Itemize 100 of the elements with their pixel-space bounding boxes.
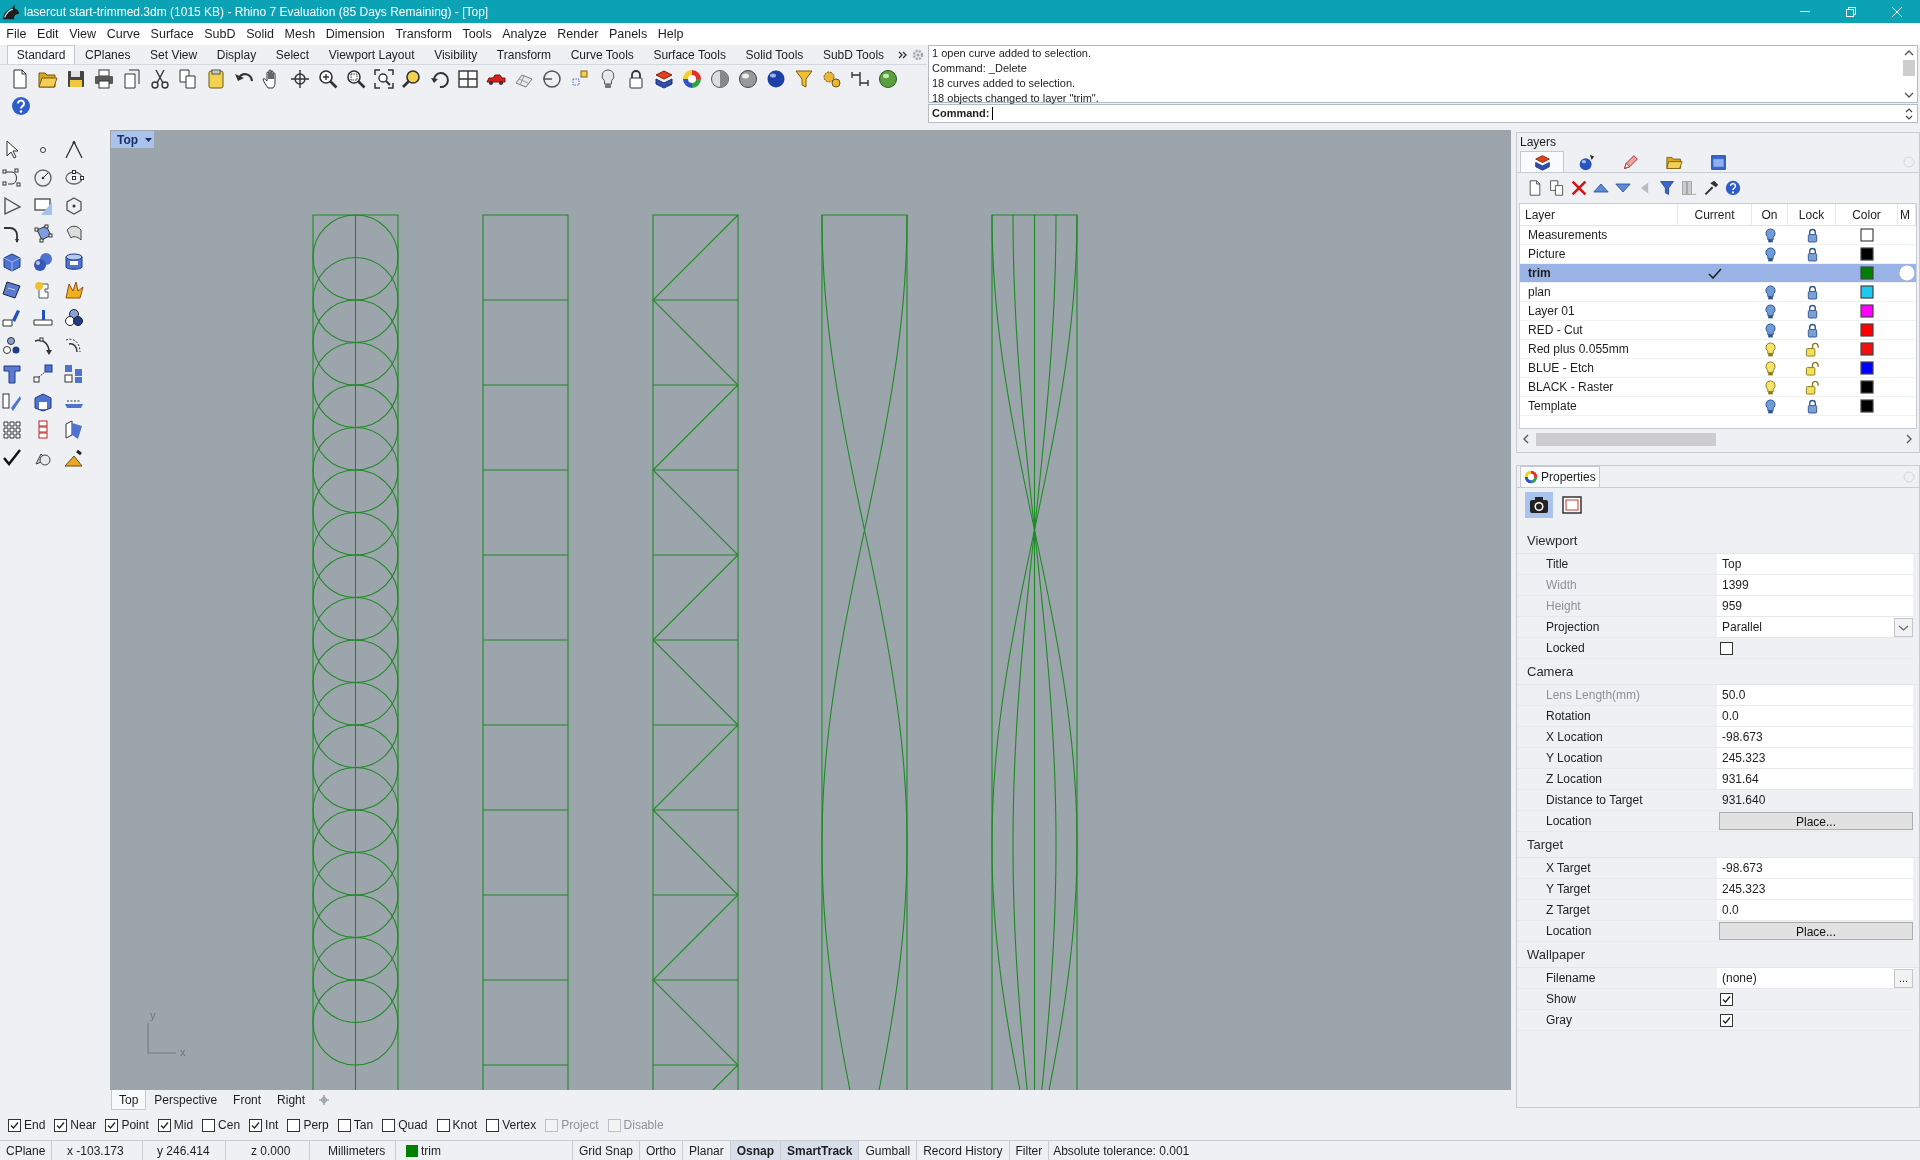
menu-item[interactable]: Transform <box>390 23 458 45</box>
dropdown[interactable]: Parallel <box>1717 617 1913 638</box>
osnap-label[interactable]: Perp <box>303 1116 329 1134</box>
layer-row[interactable]: BLACK - Raster <box>1520 378 1916 397</box>
circles-cluster-icon[interactable] <box>2 336 22 356</box>
column-header[interactable]: Color <box>1836 204 1898 225</box>
units-label[interactable]: Millimeters <box>328 1141 386 1160</box>
viewport-tab[interactable]: Perspective <box>146 1090 226 1110</box>
color-wheel-icon[interactable] <box>682 69 702 89</box>
padlock-icon[interactable] <box>1805 322 1819 338</box>
magnifier-icon[interactable] <box>402 69 422 89</box>
pyramid-icon[interactable] <box>64 448 84 468</box>
zoom-window-icon[interactable] <box>346 69 366 89</box>
menu-item[interactable]: Panels <box>603 23 653 45</box>
four-viewports-icon[interactable] <box>458 69 478 89</box>
osnap-label[interactable]: Quad <box>398 1116 428 1134</box>
light-bulb-icon[interactable] <box>1764 360 1776 376</box>
rectangle-icon[interactable] <box>33 196 53 216</box>
toolbar-tab[interactable]: Surface Tools <box>643 45 736 64</box>
help-icon[interactable] <box>11 96 31 116</box>
close-icon[interactable] <box>1892 6 1902 17</box>
layer-name[interactable]: trim <box>421 1141 441 1160</box>
osnap-label[interactable]: Vertex <box>502 1116 537 1134</box>
checkbox[interactable] <box>1720 641 1733 655</box>
ellipse-icon[interactable] <box>64 168 84 188</box>
checkmark-icon[interactable] <box>1708 267 1722 279</box>
text-field[interactable]: 931.64 <box>1717 769 1913 790</box>
column-header[interactable]: Lock <box>1788 204 1836 225</box>
circular-arrow-icon[interactable] <box>430 69 450 89</box>
bar-on-slab-icon[interactable] <box>33 308 53 328</box>
padlock-icon[interactable] <box>626 69 646 89</box>
surface-points-icon[interactable] <box>33 224 53 244</box>
text-field[interactable]: 245.323 <box>1717 748 1913 769</box>
linked-squares-icon[interactable] <box>33 364 53 384</box>
polyline-icon[interactable] <box>64 140 84 160</box>
padlock-icon[interactable] <box>1805 284 1819 300</box>
menu-item[interactable]: Help <box>652 23 689 45</box>
checkbox[interactable] <box>249 1118 263 1132</box>
layer-row[interactable]: Template <box>1520 397 1916 416</box>
checkbox[interactable] <box>8 1118 21 1132</box>
osnap-label[interactable]: Knot <box>452 1116 478 1134</box>
chevrons-icon[interactable] <box>897 50 907 59</box>
status-toggle[interactable]: Record History <box>917 1141 1010 1160</box>
clipboard-icon[interactable] <box>206 69 226 89</box>
checkbox[interactable] <box>1720 1013 1733 1027</box>
hollow-box-icon[interactable] <box>33 392 53 412</box>
shaded-sphere-icon[interactable] <box>710 69 730 89</box>
gears-icon[interactable] <box>822 69 842 89</box>
toolbar-tab[interactable]: SubD Tools <box>813 45 894 64</box>
osnap-label[interactable]: Cen <box>218 1116 241 1134</box>
column-header[interactable]: Current <box>1678 204 1752 225</box>
checkbox[interactable] <box>436 1118 450 1132</box>
light-bulb-icon[interactable] <box>1764 398 1776 414</box>
scrollbar-thumb[interactable] <box>1536 432 1716 446</box>
mirror-block-icon[interactable] <box>2 392 22 412</box>
scissors-icon[interactable] <box>150 69 170 89</box>
color-swatch-icon[interactable] <box>1860 266 1874 280</box>
color-swatch-icon[interactable] <box>1860 399 1874 413</box>
new-page-icon[interactable] <box>1527 180 1543 196</box>
command-line-field[interactable]: Command: <box>928 104 1918 123</box>
layer-row[interactable]: Measurements <box>1520 226 1916 245</box>
three-circles-icon[interactable] <box>64 308 84 328</box>
dimension-icon[interactable] <box>850 69 870 89</box>
light-bulb-icon[interactable] <box>1764 246 1776 262</box>
osnap-label[interactable]: Tan <box>353 1116 374 1134</box>
bent-arrow-icon[interactable] <box>2 224 22 244</box>
light-bulb-icon[interactable] <box>1764 227 1776 243</box>
status-toggle[interactable]: Grid Snap <box>573 1141 641 1160</box>
osnap-label[interactable]: Int <box>265 1116 279 1134</box>
layer-row[interactable]: Red plus 0.055mm <box>1520 340 1916 359</box>
viewport-title-button[interactable]: Top <box>111 131 155 148</box>
color-swatch-icon[interactable] <box>1860 342 1874 356</box>
open-folder-icon[interactable] <box>38 69 58 89</box>
printer-icon[interactable] <box>94 69 114 89</box>
menu-item[interactable]: Tools <box>457 23 497 45</box>
glossy-sphere-icon[interactable] <box>766 69 786 89</box>
t-block-icon[interactable] <box>2 364 22 384</box>
menu-item[interactable]: Render <box>552 23 604 45</box>
zoom-in-icon[interactable] <box>318 69 338 89</box>
menu-item[interactable]: Curve <box>101 23 146 45</box>
text-field[interactable]: 245.323 <box>1717 879 1913 900</box>
color-swatch-icon[interactable] <box>1860 323 1874 337</box>
toolbar-tab[interactable]: Set View <box>140 45 207 64</box>
toolbar-tab[interactable]: Select <box>265 45 319 64</box>
place-button[interactable]: Place... <box>1719 812 1913 830</box>
funnel-icon[interactable] <box>794 69 814 89</box>
globe-icon[interactable] <box>878 69 898 89</box>
toolbar-tab[interactable]: CPlanes <box>75 45 141 64</box>
padlock-icon[interactable] <box>1805 303 1819 319</box>
status-toggle[interactable]: SmartTrack <box>781 1141 860 1160</box>
cylinder-icon[interactable] <box>64 252 84 272</box>
checkbox[interactable] <box>382 1118 396 1132</box>
copy-icon[interactable] <box>178 69 198 89</box>
osnap-label[interactable]: End <box>24 1116 46 1134</box>
scrollbar-thumb[interactable] <box>1903 60 1915 76</box>
duplicate-pages-icon[interactable] <box>1549 180 1565 196</box>
color-swatch-icon[interactable] <box>1860 361 1874 375</box>
osnap-label[interactable]: Near <box>70 1116 97 1134</box>
cplane-label[interactable]: CPlane <box>6 1141 46 1160</box>
osnap-label[interactable]: Mid <box>173 1116 194 1134</box>
